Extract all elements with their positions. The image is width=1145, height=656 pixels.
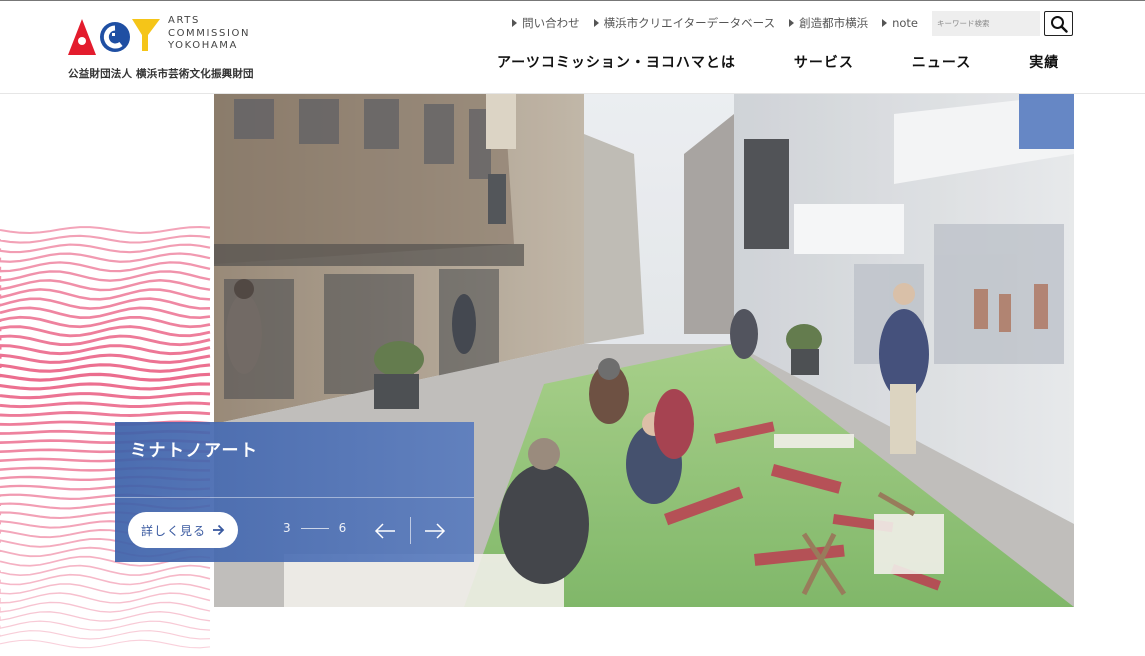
wave-line: [0, 620, 211, 631]
arrow-right-icon: [213, 524, 225, 536]
utility-nav: 問い合わせ 横浜市クリエイターデータベース 創造都市横浜 note: [512, 14, 918, 32]
util-link-label: note: [892, 16, 918, 30]
logo-line-arts: ARTS: [168, 15, 200, 26]
arrow-divider: [410, 517, 411, 544]
triangle-right-icon: [593, 19, 599, 27]
wave-line: [0, 353, 211, 364]
logo-line-yokohama: YOKOHAMA: [168, 40, 238, 51]
wave-line: [0, 601, 211, 613]
util-link-creative-city[interactable]: 創造都市横浜: [789, 15, 868, 31]
logo-line-commission: COMMISSION: [168, 27, 251, 39]
wave-line: [0, 382, 211, 391]
wave-line: [0, 234, 211, 244]
next-slide-button[interactable]: [420, 516, 450, 546]
util-link-contact[interactable]: 問い合わせ: [512, 15, 580, 31]
nav-works[interactable]: 実績: [1029, 52, 1059, 72]
wave-line: [0, 372, 211, 382]
slide-current: 3: [283, 521, 291, 535]
util-link-label: 横浜市クリエイターデータベース: [603, 16, 776, 30]
wave-line: [0, 564, 211, 577]
wave-line: [0, 391, 211, 400]
wave-line: [0, 243, 211, 254]
wave-line: [0, 315, 211, 329]
wave-line: [0, 573, 211, 586]
util-link-label: 問い合わせ: [522, 16, 580, 30]
wave-line: [0, 279, 211, 292]
site-logo[interactable]: ARTS COMMISSION YOKOHAMA 公益財団法人 横浜市芸術文化振…: [68, 15, 258, 81]
logo-organization: 公益財団法人 横浜市芸術文化振興財団: [68, 68, 254, 80]
triangle-right-icon: [882, 19, 888, 27]
hero-title: ミナトノアート: [130, 441, 259, 461]
wave-line: [0, 611, 211, 622]
hero-caption-panel: ミナトノアート 詳しく見る 3 6: [115, 422, 474, 562]
slide-total: 6: [338, 521, 347, 535]
util-link-label: 創造都市横浜: [799, 16, 869, 30]
wave-line: [0, 401, 211, 409]
util-link-note[interactable]: note: [882, 16, 918, 30]
triangle-right-icon: [789, 19, 795, 27]
wave-line: [0, 363, 211, 373]
wave-line: [0, 639, 211, 649]
search-icon: [1050, 15, 1068, 33]
global-nav: アーツコミッション・ヨコハマとは サービス ニュース 実績: [497, 51, 1059, 73]
wave-line: [0, 344, 211, 356]
wave-line: [0, 306, 211, 320]
nav-news[interactable]: ニュース: [912, 52, 971, 72]
panel-divider: [115, 497, 474, 498]
acy-logo-mark: [68, 19, 160, 55]
arrow-right-icon: [425, 523, 446, 539]
site-header: ARTS COMMISSION YOKOHAMA 公益財団法人 横浜市芸術文化振…: [0, 0, 1145, 94]
arrow-left-icon: [374, 523, 395, 539]
read-more-button[interactable]: 詳しく見る: [128, 512, 238, 548]
wave-line: [0, 252, 211, 263]
prev-slide-button[interactable]: [370, 516, 400, 546]
nav-services[interactable]: サービス: [794, 52, 854, 72]
util-link-creator-db[interactable]: 横浜市クリエイターデータベース: [593, 15, 776, 31]
triangle-right-icon: [512, 19, 518, 27]
wave-line: [0, 411, 211, 417]
wave-line: [0, 261, 211, 273]
logo-wordmark: ARTS COMMISSION YOKOHAMA: [168, 15, 250, 53]
wave-line: [0, 583, 211, 595]
nav-about[interactable]: アーツコミッション・ヨコハマとは: [497, 52, 736, 72]
pager-line: [300, 527, 329, 529]
wave-line: [0, 270, 211, 282]
wave-line: [0, 592, 211, 604]
wave-line: [0, 325, 211, 338]
wave-line: [0, 334, 211, 347]
wave-line: [0, 225, 211, 235]
search-input[interactable]: [932, 11, 1040, 36]
search-button[interactable]: [1044, 11, 1073, 36]
wave-line: [0, 630, 211, 640]
slide-pager: 3 6: [283, 521, 346, 535]
read-more-label: 詳しく見る: [140, 523, 206, 538]
